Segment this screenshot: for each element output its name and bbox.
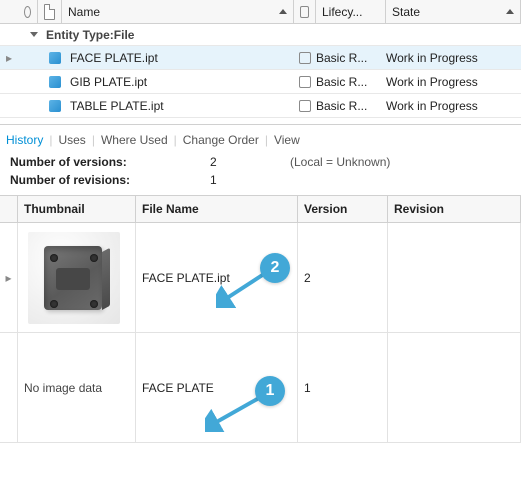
column-header-revision[interactable]: Revision (388, 196, 521, 222)
revisions-value: 1 (210, 173, 290, 187)
lifecycle-value: Basic R... (316, 75, 367, 89)
ipt-file-icon (48, 99, 62, 113)
state-value: Work in Progress (386, 51, 478, 65)
lifecycle-checkbox[interactable] (299, 100, 311, 112)
versions-label: Number of versions: (10, 155, 210, 169)
group-label: Entity Type:File (46, 28, 134, 42)
version-cell: 1 (298, 333, 388, 442)
select-all-radio[interactable] (24, 6, 31, 18)
row-handle[interactable] (0, 333, 18, 442)
versions-local: (Local = Unknown) (290, 155, 390, 169)
row-handle[interactable]: ▸ (0, 51, 18, 65)
state-value: Work in Progress (386, 99, 478, 113)
version-summary: Number of versions: 2 (Local = Unknown) … (0, 153, 521, 195)
group-header-entity-type[interactable]: Entity Type:File (0, 24, 521, 46)
callout-arrow-2 (216, 268, 268, 308)
column-header-name[interactable]: Name (62, 0, 294, 23)
part-thumbnail (24, 228, 124, 328)
tab-history[interactable]: History (6, 133, 43, 147)
lifecycle-checkbox[interactable] (299, 52, 311, 64)
column-header-filename[interactable]: File Name (136, 196, 298, 222)
callout-badge-2: 2 (260, 253, 290, 283)
callout-arrow-1 (205, 392, 263, 432)
file-row[interactable]: TABLE PLATE.ipt Basic R... Work in Progres… (0, 94, 521, 118)
column-header-state[interactable]: State (386, 0, 521, 23)
revisions-label: Number of revisions: (10, 173, 210, 187)
file-row[interactable]: GIB PLATE.ipt Basic R... Work in Progress (0, 70, 521, 94)
file-list-body: ▸ FACE PLATE.ipt Basic R... Work in Progres… (0, 46, 521, 118)
file-name: TABLE PLATE.ipt (70, 99, 164, 113)
revision-cell (388, 223, 521, 332)
history-grid-header: Thumbnail File Name Version Revision (0, 195, 521, 223)
tab-where-used[interactable]: Where Used (101, 133, 168, 147)
expand-collapse-icon[interactable] (30, 32, 38, 37)
lifecycle-value: Basic R... (316, 51, 367, 65)
file-row[interactable]: ▸ FACE PLATE.ipt Basic R... Work in Progres… (0, 46, 521, 70)
revision-cell (388, 333, 521, 442)
tab-view[interactable]: View (274, 133, 300, 147)
tab-change-order[interactable]: Change Order (183, 133, 259, 147)
lifecycle-checkbox-header[interactable] (300, 6, 309, 18)
ipt-file-icon (48, 51, 62, 65)
doc-type-icon (44, 4, 55, 20)
lifecycle-checkbox[interactable] (299, 76, 311, 88)
file-list-header: Name Lifecy... State (0, 0, 521, 24)
detail-tabs: History| Uses| Where Used| Change Order|… (0, 124, 521, 153)
ipt-file-icon (48, 75, 62, 89)
callout-badge-1: 1 (255, 376, 285, 406)
file-name: GIB PLATE.ipt (70, 75, 147, 89)
thumbnail-cell (18, 223, 136, 332)
column-header-lifecycle[interactable]: Lifecy... (316, 0, 386, 23)
sort-asc-icon (506, 9, 514, 14)
tab-uses[interactable]: Uses (58, 133, 85, 147)
row-handle[interactable]: ▸ (0, 223, 18, 332)
file-name: FACE PLATE.ipt (70, 51, 158, 65)
sort-asc-icon (279, 9, 287, 14)
version-cell: 2 (298, 223, 388, 332)
versions-value: 2 (210, 155, 290, 169)
no-image-label: No image data (24, 381, 102, 395)
column-header-thumbnail[interactable]: Thumbnail (18, 196, 136, 222)
lifecycle-value: Basic R... (316, 99, 367, 113)
state-value: Work in Progress (386, 75, 478, 89)
thumbnail-cell: No image data (18, 333, 136, 442)
column-header-version[interactable]: Version (298, 196, 388, 222)
